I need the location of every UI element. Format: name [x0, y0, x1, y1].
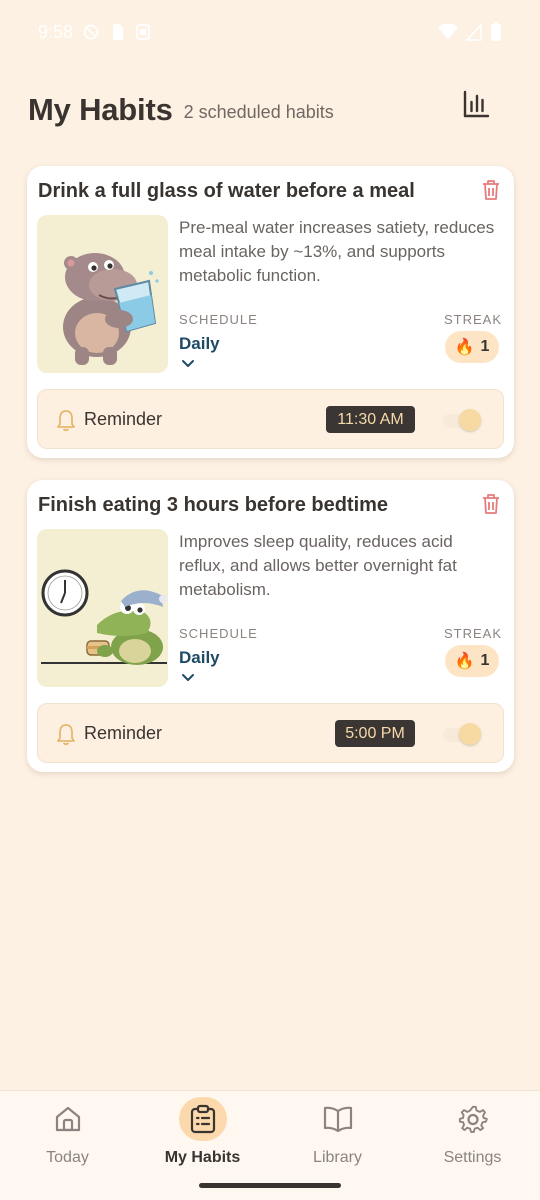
- habit-description: Improves sleep quality, reduces acid ref…: [179, 532, 457, 599]
- nav-label: My Habits: [164, 1149, 241, 1166]
- reminder-toggle[interactable]: [443, 722, 481, 746]
- page-header: My Habits 2 scheduled habits: [28, 82, 510, 128]
- habit-illustration: [37, 529, 168, 687]
- page-title: My Habits: [28, 92, 173, 127]
- battery-icon: [491, 22, 501, 41]
- schedule-label: SCHEDULE: [179, 312, 258, 327]
- chevron-down-icon[interactable]: [181, 672, 195, 682]
- hippo-illustration: [63, 253, 159, 365]
- habit-title: Drink a full glass of water before a mea…: [38, 180, 415, 202]
- notification-icon: [136, 24, 150, 40]
- nav-item-settings[interactable]: Settings: [405, 1091, 540, 1181]
- toggle-thumb: [459, 409, 481, 431]
- streak-label: STREAK: [443, 312, 502, 327]
- crocodile-illustration: [41, 569, 167, 665]
- gear-icon: [458, 1105, 488, 1133]
- streak-badge: 🔥 1: [445, 331, 499, 363]
- sim-card-icon: [113, 24, 124, 40]
- reminder-toggle[interactable]: [443, 408, 481, 432]
- habit-count: 2 scheduled habits: [183, 102, 334, 122]
- nav-item-today[interactable]: Today: [0, 1091, 135, 1181]
- nav-item-library[interactable]: Library: [270, 1091, 405, 1181]
- reminder-row: Reminder 11:30 AM: [37, 389, 504, 449]
- habit-card[interactable]: Drink a full glass of water before a mea…: [27, 166, 514, 458]
- streak-count: 1: [480, 338, 490, 355]
- schedule-label: SCHEDULE: [179, 626, 258, 641]
- habit-illustration: [37, 215, 168, 373]
- nav-item-my-habits[interactable]: My Habits: [135, 1091, 270, 1181]
- bell-icon: [57, 410, 75, 432]
- schedule-value[interactable]: Daily: [179, 648, 220, 668]
- book-icon: [323, 1106, 352, 1133]
- nav-icon-wrap: [314, 1097, 362, 1141]
- schedule-value[interactable]: Daily: [179, 334, 220, 354]
- home-icon: [55, 1106, 80, 1132]
- status-time: 9:58: [38, 21, 74, 42]
- toggle-thumb: [459, 723, 481, 745]
- reminder-time-chip[interactable]: 5:00 PM: [335, 720, 415, 747]
- clipboard-icon: [190, 1104, 215, 1134]
- nav-icon-wrap: [44, 1097, 92, 1141]
- signal-icon: [466, 23, 482, 41]
- fire-icon: 🔥: [454, 653, 475, 670]
- trash-icon[interactable]: [480, 178, 502, 202]
- reminder-row: Reminder 5:00 PM: [37, 703, 504, 763]
- streak-badge: 🔥 1: [445, 645, 499, 677]
- bottom-nav: Today My Habits Library Settings: [0, 1090, 540, 1200]
- wifi-icon: [438, 23, 458, 40]
- bar-chart-icon: [463, 90, 490, 118]
- reminder-label: Reminder: [84, 409, 163, 429]
- bell-icon: [57, 724, 75, 746]
- chevron-down-icon[interactable]: [181, 358, 195, 368]
- status-bar: 9:58: [0, 0, 540, 64]
- nav-label: Settings: [443, 1149, 502, 1166]
- streak-label: STREAK: [443, 626, 502, 641]
- streak-count: 1: [480, 652, 490, 669]
- nav-icon-wrap: [449, 1097, 497, 1141]
- nav-icon-wrap: [178, 1097, 227, 1141]
- habit-description: Pre-meal water increases satiety, reduce…: [179, 218, 495, 285]
- nav-label: Today: [46, 1149, 89, 1166]
- habit-title: Finish eating 3 hours before bedtime: [38, 494, 389, 516]
- habit-card[interactable]: Finish eating 3 hours before bedtime Imp…: [27, 480, 514, 772]
- do-not-disturb-icon: [83, 24, 99, 40]
- home-indicator[interactable]: [199, 1183, 341, 1188]
- fire-icon: 🔥: [454, 339, 475, 356]
- reminder-time-chip[interactable]: 11:30 AM: [326, 406, 415, 433]
- nav-label: Library: [313, 1149, 362, 1166]
- trash-icon[interactable]: [480, 492, 502, 516]
- stats-button[interactable]: [456, 84, 496, 124]
- reminder-label: Reminder: [84, 723, 163, 743]
